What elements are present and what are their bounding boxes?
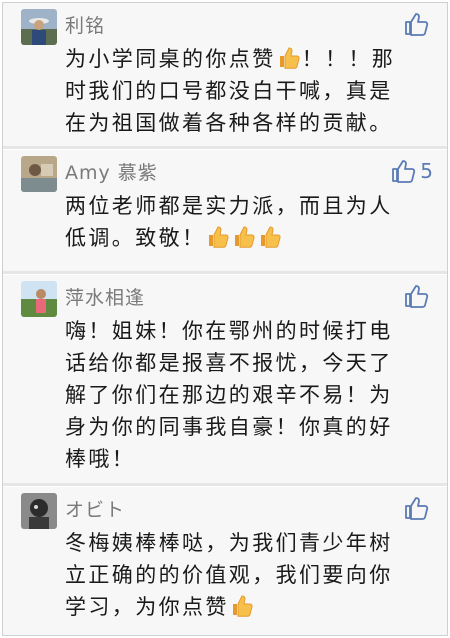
commenter-name[interactable]: 利铭: [65, 11, 105, 38]
comment-text: 嗨！姐妹！你在鄂州的时候打电 话给你都是报喜不报忧，今天了 解了你们在那边的艰辛…: [65, 315, 431, 475]
thumbs-up-emoji-icon: [261, 226, 281, 248]
comment-item: オビト 冬梅姨棒棒哒，为我们青少年树 立正确的的价值观，我们要向你 学习，为你点…: [3, 487, 447, 635]
like-button[interactable]: [403, 11, 433, 37]
commenter-name[interactable]: Amy 慕紫: [65, 158, 158, 185]
comment-line: 棒哦！: [65, 447, 136, 471]
text-segment: 为小学同桌的你点赞: [65, 47, 276, 71]
text-segment: 学习，为你点赞: [65, 595, 229, 619]
comment-line: 在为祖国做着各种各样的贡献。: [65, 111, 393, 135]
like-button[interactable]: 5: [390, 158, 433, 184]
like-button[interactable]: [403, 283, 433, 309]
comment-item: 萍水相逢 嗨！姐妹！你在鄂州的时候打电 话给你都是报喜不报忧，今天了 解了你们在…: [3, 275, 447, 483]
avatar[interactable]: [21, 493, 57, 529]
comment-text: 冬梅姨棒棒哒，为我们青少年树 立正确的的价值观，我们要向你 学习，为你点赞: [65, 527, 431, 623]
comment-line: 解了你们在那边的艰辛不易！为: [65, 383, 393, 407]
avatar[interactable]: [21, 281, 57, 317]
thumbs-up-emoji-icon: [279, 47, 300, 69]
commenter-name[interactable]: オビト: [65, 495, 125, 522]
thumbs-up-emoji-icon: [235, 226, 255, 248]
divider: [3, 271, 447, 274]
comment-text: 两位老师都是实力派，而且为人 低调。致敬！: [65, 190, 431, 254]
commenter-name[interactable]: 萍水相逢: [65, 283, 145, 310]
text-segment: 低调。致敬！: [65, 226, 206, 250]
comment-line: 低调。致敬！: [65, 222, 431, 254]
like-count: 5: [420, 159, 433, 183]
comment-item: 利铭 为小学同桌的你点赞 ！！！那 时我们的口号都没白干喊，真是 在为祖国做着各种…: [3, 3, 447, 146]
thumbs-up-emoji-icon: [209, 226, 229, 248]
avatar[interactable]: [21, 9, 57, 45]
comment-item: Amy 慕紫 5 两位老师都是实力派，而且为人 低调。致敬！: [3, 150, 447, 271]
divider: [3, 483, 447, 486]
divider: [3, 146, 447, 149]
thumbs-up-emoji-icon: [232, 595, 253, 617]
thumbs-up-outline-icon: [392, 160, 416, 183]
comment-line: 两位老师都是实力派，而且为人: [65, 194, 393, 218]
comment-text: 为小学同桌的你点赞 ！！！那 时我们的口号都没白干喊，真是 在为祖国做着各种各样的…: [65, 43, 431, 139]
comment-line: 话给你都是报喜不报忧，今天了: [65, 351, 393, 375]
comment-line: 学习，为你点赞: [65, 591, 431, 623]
comment-line: 身为你的同事我自豪！你真的好: [65, 415, 393, 439]
comment-line: 为小学同桌的你点赞 ！！！那: [65, 43, 431, 75]
comment-line: 冬梅姨棒棒哒，为我们青少年树: [65, 531, 393, 555]
like-button[interactable]: [403, 495, 433, 521]
comment-line: 嗨！姐妹！你在鄂州的时候打电: [65, 319, 393, 343]
thumbs-up-outline-icon: [405, 13, 429, 36]
thumbs-up-outline-icon: [405, 497, 429, 520]
thumbs-up-outline-icon: [405, 285, 429, 308]
comment-line: 立正确的的价值观，我们要向你: [65, 563, 393, 587]
avatar[interactable]: [21, 156, 57, 192]
comment-line: 时我们的口号都没白干喊，真是: [65, 79, 393, 103]
text-segment: ！！！那: [301, 47, 396, 71]
